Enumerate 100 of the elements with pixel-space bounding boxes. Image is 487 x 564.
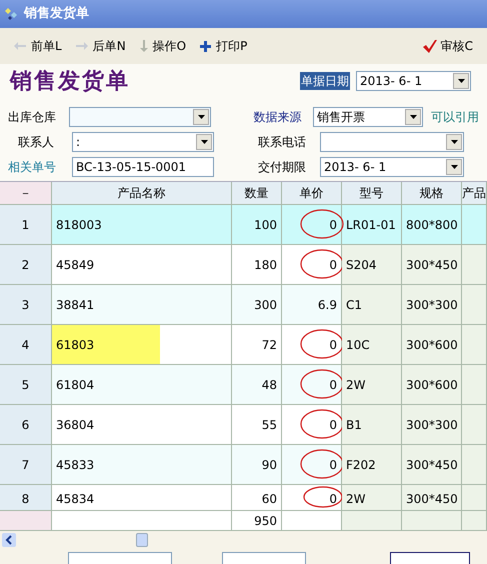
cell-text: 36804 [56,416,94,434]
cell-text: 38841 [56,296,94,314]
field-label: 相关单号 [8,159,57,176]
left-arrow-icon [14,42,26,50]
table-cell [402,511,462,531]
cell-text: 0 [329,376,337,394]
table-cell [462,485,487,511]
table-row[interactable]: 1 818003 100 0 LR01-01 800*800 [0,205,487,245]
scroll-left-icon [2,532,16,546]
date-field[interactable]: 2013- 6- 1 [356,71,471,91]
table-row[interactable]: 7 45833 90 0 F202 300*450 [0,445,487,485]
cell-text: 300*600 [406,336,458,354]
cell-text: 300*450 [406,256,458,274]
field-label: 联系电话 [258,134,307,151]
toolbar-button[interactable]: 操作O [140,37,186,55]
cell-text: S204 [346,256,377,274]
cell-text: 818003 [56,216,102,234]
field-label: 联系人 [17,134,55,151]
form-heading: 销售发货单 [10,68,130,96]
caret-icon [410,115,416,119]
dropdown-button[interactable] [453,73,469,89]
reference-field[interactable]: BC-13-05-15-0001 [72,157,214,177]
cell-text: 800*800 [406,216,458,234]
table-row[interactable]: 5 61804 48 0 2W 300*600 [0,365,487,405]
source-field[interactable]: 销售开票 [313,107,423,127]
window-title: 销售发货单 [24,5,89,24]
dropdown-button[interactable] [405,109,421,125]
cell-text: B1 [346,416,362,434]
contact-field[interactable]: : [72,132,214,152]
table-cell [462,445,487,485]
caret-icon [450,165,458,169]
field-label: 交付期限 [258,159,307,176]
date-label: 单据日期 [300,72,350,90]
table-cell [0,511,52,531]
plus-icon [200,40,212,52]
table-row[interactable]: 4 61803 72 0 10C 300*600 [0,325,487,365]
table-cell [462,365,487,405]
right-arrow-icon [76,42,88,50]
cell-text: 61803 [56,336,94,354]
cell-text: C1 [346,296,362,314]
table-row[interactable]: 6 36804 55 0 B1 300*300 [0,405,487,445]
checkmark-icon [422,40,437,52]
cell-text: 61804 [56,376,94,394]
down-arrow-icon [140,40,148,52]
cell-text: 0 [329,491,337,508]
cell-text: 48 [262,376,277,394]
cell-text: 100 [254,216,277,234]
dropdown-button[interactable] [196,134,212,150]
cell-text: 5 [22,376,30,394]
table-cell [462,245,487,285]
cell-text: 180 [254,256,277,274]
cell-text: 60 [262,491,277,508]
caret-icon [458,79,464,83]
dropdown-button[interactable] [446,159,462,175]
due-date-field[interactable]: 2013- 6- 1 [320,157,464,177]
toolbar-button[interactable]: 打印P [200,37,248,55]
table-row[interactable]: 2 45849 180 0 S204 300*450 [0,245,487,285]
cell-text: F202 [346,456,376,474]
cell-text: 2W [346,491,366,508]
cell-text: 6.9 [318,296,337,314]
total-cell-text: 950 [254,512,277,530]
cell-text: 1 [22,216,30,234]
cell-text: 8 [22,491,30,508]
cell-text: 6 [22,416,30,434]
column-header[interactable]: － [0,182,52,205]
toolbar-button[interactable]: 后单N [76,37,126,55]
cell-text: 0 [329,456,337,474]
cell-text: 300*300 [406,296,458,314]
cell-text: 0 [329,256,337,274]
hint-text: 可以引用 [431,109,479,126]
cell-text: 45833 [56,456,94,474]
cell-text: 300 [254,296,277,314]
cell-text: LR01-01 [346,216,396,234]
cell-text: 45849 [56,256,94,274]
cell-text: 2W [346,376,366,394]
toolbar-button[interactable]: 前单L [14,37,62,55]
cell-text: 10C [346,336,370,354]
cell-text: 4 [22,336,30,354]
cell-text: 7 [22,456,30,474]
scrollbar-thumb[interactable] [136,532,148,546]
table-row[interactable]: 3 38841 300 6.9 C1 300*300 [0,285,487,325]
cell-text: 300*300 [406,416,458,434]
field-label: 数据来源 [254,109,303,126]
cell-text: 90 [262,456,277,474]
table-cell [462,325,487,365]
table-cell [462,285,487,325]
phone-field[interactable] [320,132,464,152]
cell-text: 72 [262,336,277,354]
dropdown-button[interactable] [193,109,210,125]
table-cell [462,511,487,531]
cell-text: 300*450 [406,456,458,474]
warehouse-field[interactable] [69,107,212,127]
cell-text: 3 [22,296,30,314]
cell-text: 0 [329,416,337,434]
table-row[interactable]: 8 45834 60 0 2W 300*450 [0,485,487,511]
field-label: 出库仓库 [8,109,57,126]
table-cell [462,405,487,445]
cell-text: 300*450 [406,491,458,508]
dropdown-button[interactable] [446,134,462,150]
approve-button[interactable]: 审核C [422,37,473,55]
